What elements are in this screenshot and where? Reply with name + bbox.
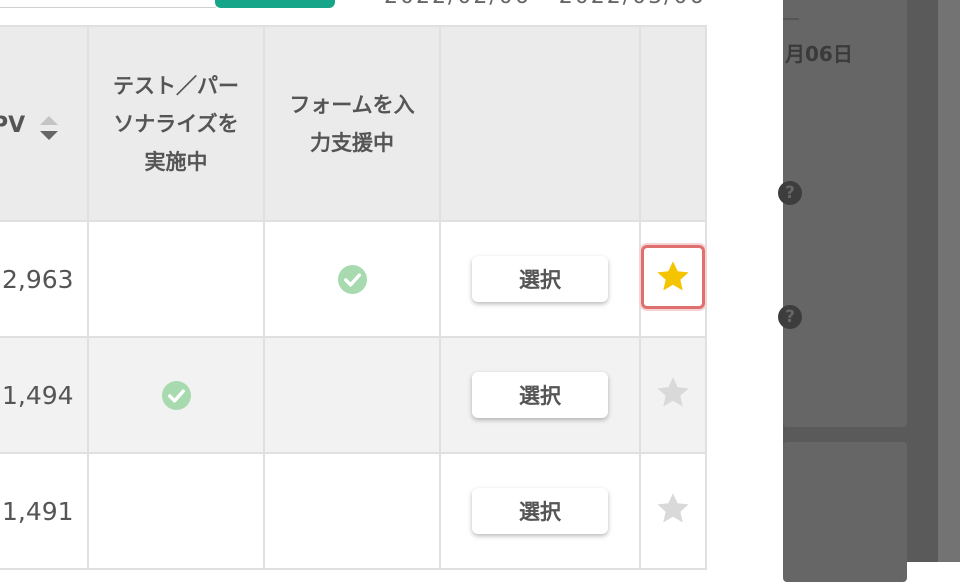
pv-value: 1,494 <box>2 380 74 410</box>
column-header-test-personalize-label: テスト／パーソナライズを実施中 <box>113 73 239 174</box>
select-button[interactable]: 選択 <box>472 488 608 534</box>
date-range: 2022/02/06 - 2022/03/06 <box>384 0 706 9</box>
column-header-pv-label: PV <box>0 113 26 138</box>
column-header-test-personalize: テスト／パーソナライズを実施中 <box>87 25 265 222</box>
star-icon <box>657 261 689 291</box>
form-assist-cell <box>263 336 441 454</box>
table-row: 1,491 選択 <box>0 452 707 570</box>
question-circle-icon: ? <box>778 305 802 329</box>
column-header-form-assist-label: フォームを入力支援中 <box>289 92 415 155</box>
search-input[interactable] <box>0 0 217 8</box>
column-header-form-assist: フォームを入力支援中 <box>263 25 441 222</box>
pv-value: 1,491 <box>2 496 74 526</box>
favorite-toggle[interactable] <box>641 477 705 541</box>
pv-value: 2,963 <box>2 264 74 294</box>
select-cell: 選択 <box>439 336 641 454</box>
check-circle-icon <box>161 380 191 410</box>
check-circle-icon <box>337 264 367 294</box>
table-row: 2,963 選択 <box>0 220 707 338</box>
favorite-cell <box>639 336 707 454</box>
page-table: PV テスト／パーソナライズを実施中 フォームを入力支援中 2,963 選択 1… <box>0 25 707 570</box>
star-icon <box>657 377 689 407</box>
column-header-favorite <box>639 25 707 222</box>
table-row: 1,494 選択 <box>0 336 707 454</box>
select-button[interactable]: 選択 <box>472 256 608 302</box>
search-button[interactable] <box>215 0 335 8</box>
background-divider <box>783 18 799 20</box>
background-date-text: 月06日 <box>785 42 853 66</box>
background-card-lower <box>783 442 907 582</box>
pv-cell: 1,491 <box>0 452 89 570</box>
test-personalize-cell <box>87 452 265 570</box>
star-icon <box>657 493 689 523</box>
favorite-toggle[interactable] <box>641 245 705 309</box>
favorite-toggle[interactable] <box>641 361 705 425</box>
favorite-cell <box>639 220 707 338</box>
column-header-select <box>439 25 641 222</box>
column-header-pv[interactable]: PV <box>0 25 89 222</box>
pv-cell: 2,963 <box>0 220 89 338</box>
favorite-cell <box>639 452 707 570</box>
test-personalize-cell <box>87 336 265 454</box>
form-assist-cell <box>263 452 441 570</box>
select-cell: 選択 <box>439 220 641 338</box>
sort-icon[interactable] <box>39 113 59 143</box>
select-button[interactable]: 選択 <box>472 372 608 418</box>
form-assist-cell <box>263 220 441 338</box>
test-personalize-cell <box>87 220 265 338</box>
background-scroll-area <box>938 0 960 562</box>
select-cell: 選択 <box>439 452 641 570</box>
question-circle-icon: ? <box>778 181 802 205</box>
pv-cell: 1,494 <box>0 336 89 454</box>
